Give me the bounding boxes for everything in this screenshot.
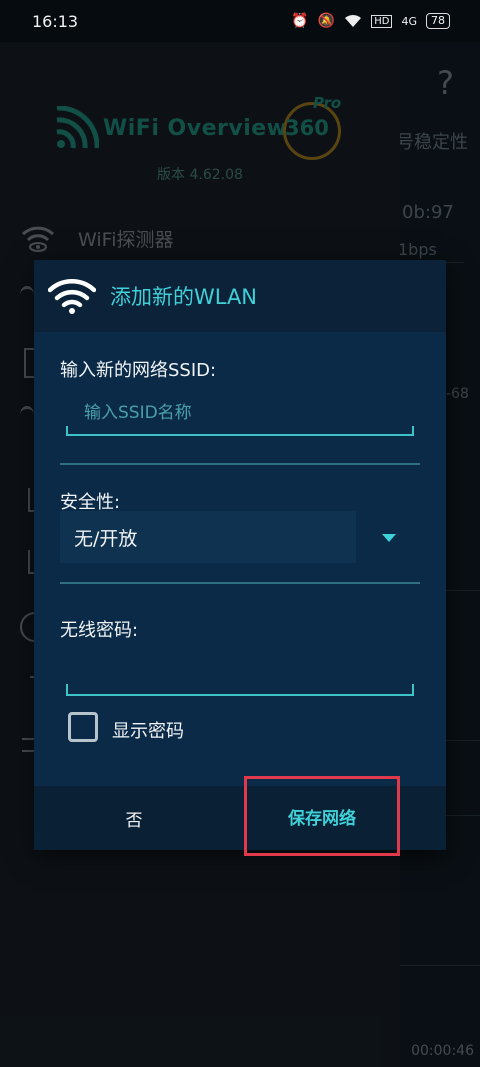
dropdown-arrow-icon[interactable] [382,534,396,542]
alarm-icon: ⏰ [291,13,309,29]
status-time: 16:13 [32,11,79,31]
password-label: 无线密码: [60,620,139,641]
wifi-status-icon [345,14,362,27]
security-select[interactable]: 无/开放 [60,511,356,563]
status-bar: 16:13 ⏰ 🔕 HD 4G 78 [0,0,480,42]
section-divider [60,463,420,465]
hd-icon: HD [371,14,393,28]
dialog-header: 添加新的WLAN [34,260,446,332]
status-icons: ⏰ 🔕 HD 4G 78 [291,13,450,29]
ssid-label: 输入新的网络SSID: [60,360,217,381]
dialog-footer: 否 保存网络 [34,776,446,856]
battery-icon: 78 [426,13,450,29]
add-wlan-dialog: 添加新的WLAN 输入新的网络SSID: 输入SSID名称 安全性: 无/开放 … [34,260,446,856]
network-type: 4G [401,14,417,28]
show-password-label: 显示密码 [112,721,184,742]
security-selected-value: 无/开放 [74,527,138,550]
wifi-icon [48,279,96,314]
mute-icon: 🔕 [317,13,336,29]
show-password-checkbox[interactable] [68,712,98,742]
save-network-button[interactable]: 保存网络 [244,776,400,856]
dialog-title: 添加新的WLAN [110,285,258,309]
cancel-button[interactable]: 否 [94,786,174,850]
section-divider [60,582,420,584]
password-input[interactable] [66,684,414,696]
ssid-input-underline [66,426,414,436]
ssid-input[interactable]: 输入SSID名称 [84,398,192,423]
